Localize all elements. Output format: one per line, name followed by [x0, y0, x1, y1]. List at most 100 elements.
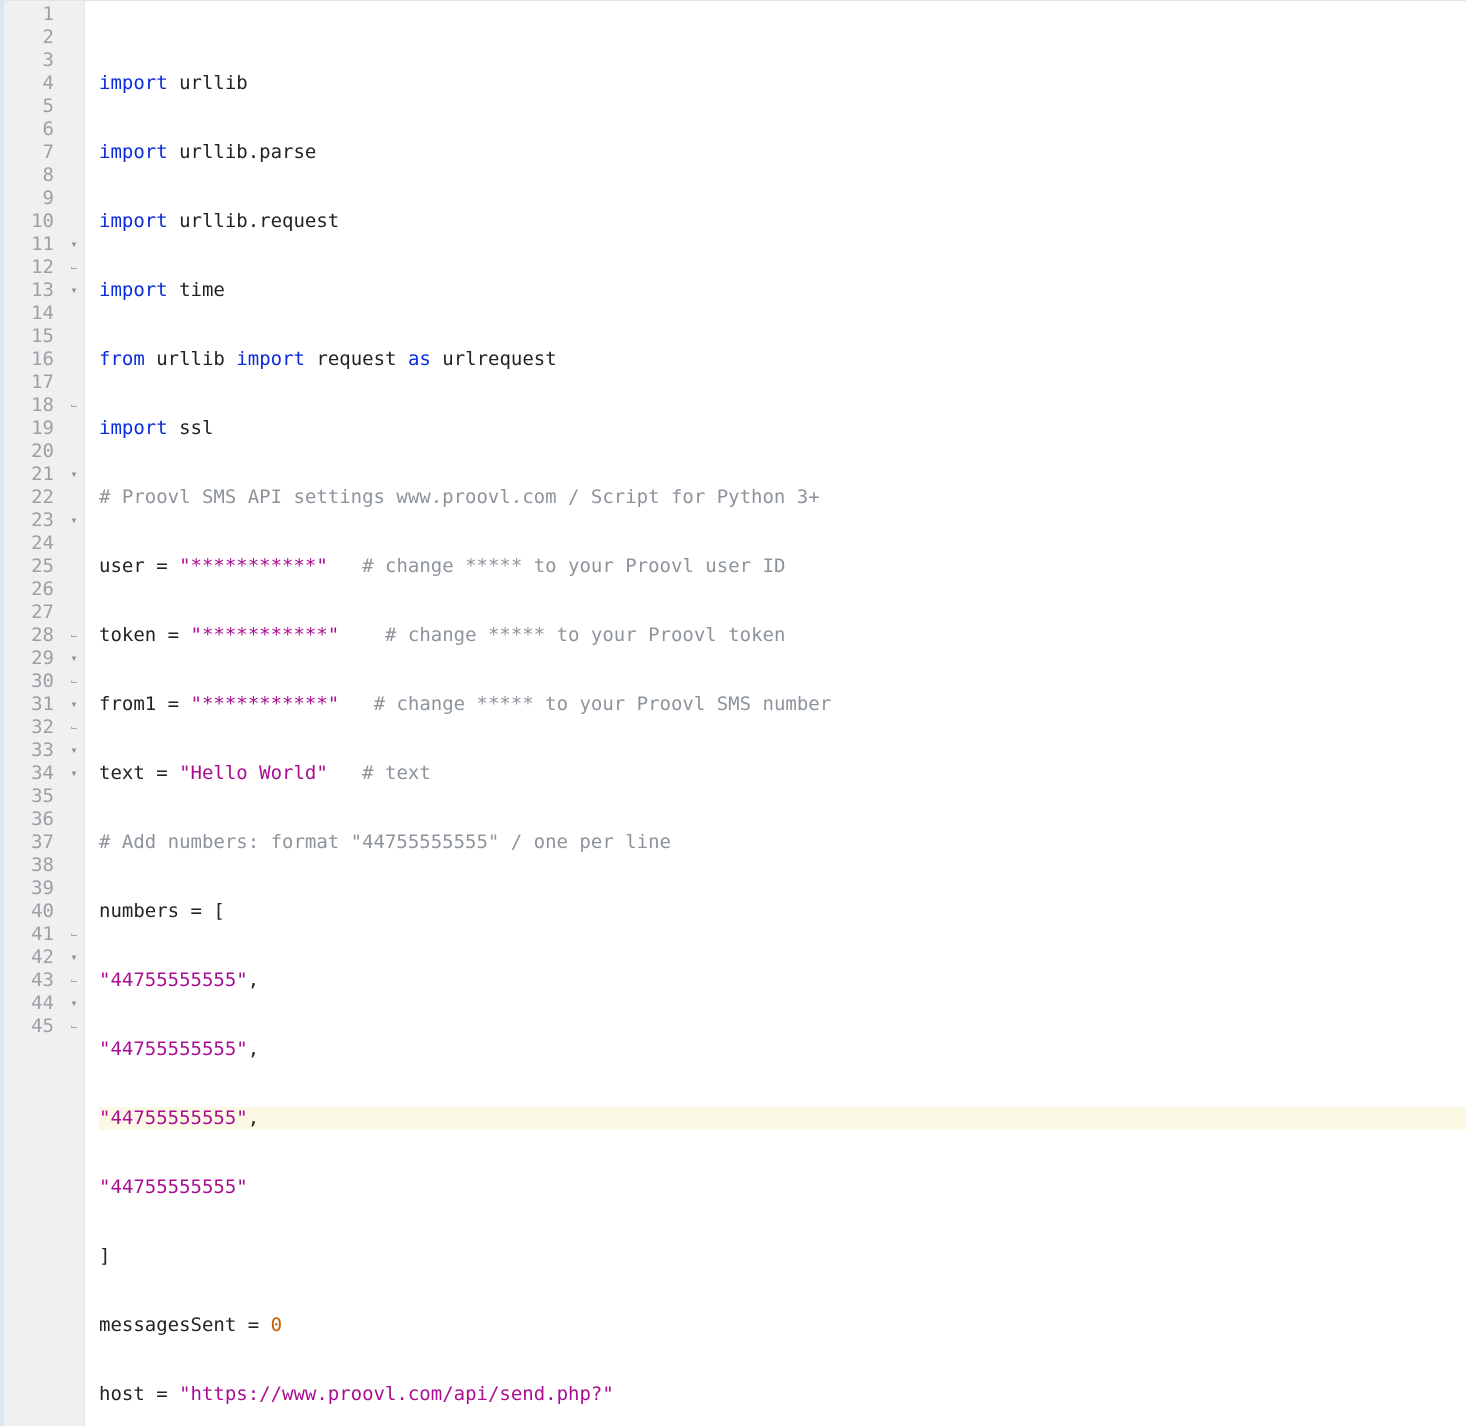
fold-marker[interactable]	[64, 325, 84, 348]
code-line[interactable]: from urllib import request as urlrequest	[99, 348, 1466, 371]
fold-marker[interactable]: ▾	[64, 509, 84, 532]
fold-marker[interactable]	[64, 877, 84, 900]
code-line[interactable]: import ssl	[99, 417, 1466, 440]
fold-marker[interactable]	[64, 348, 84, 371]
line-number[interactable]: 6	[4, 118, 64, 141]
line-number[interactable]: 13	[4, 279, 64, 302]
fold-marker[interactable]: ⌙	[64, 624, 84, 647]
line-number[interactable]: 2	[4, 26, 64, 49]
fold-marker[interactable]	[64, 164, 84, 187]
line-number[interactable]: 5	[4, 95, 64, 118]
line-number[interactable]: 24	[4, 532, 64, 555]
line-number[interactable]: 29	[4, 647, 64, 670]
code-line[interactable]: text = "Hello World" # text	[99, 762, 1466, 785]
code-line[interactable]: import time	[99, 279, 1466, 302]
line-number[interactable]: 14	[4, 302, 64, 325]
line-number[interactable]: 11	[4, 233, 64, 256]
fold-marker[interactable]: ⌙	[64, 716, 84, 739]
line-number[interactable]: 42	[4, 946, 64, 969]
code-area[interactable]: import urllib import urllib.parse import…	[85, 1, 1466, 1426]
line-number[interactable]: 41	[4, 923, 64, 946]
code-line[interactable]: from1 = "***********" # change ***** to …	[99, 693, 1466, 716]
fold-marker[interactable]: ▾	[64, 739, 84, 762]
line-number[interactable]: 8	[4, 164, 64, 187]
line-number[interactable]: 9	[4, 187, 64, 210]
line-number[interactable]: 20	[4, 440, 64, 463]
fold-marker[interactable]: ⌙	[64, 256, 84, 279]
line-number[interactable]: 26	[4, 578, 64, 601]
fold-marker[interactable]: ▾	[64, 992, 84, 1015]
line-number[interactable]: 28	[4, 624, 64, 647]
line-number[interactable]: 10	[4, 210, 64, 233]
fold-marker[interactable]: ⌙	[64, 394, 84, 417]
fold-marker[interactable]: ▾	[64, 762, 84, 785]
fold-marker[interactable]	[64, 302, 84, 325]
fold-column[interactable]: ▾⌙▾⌙▾▾⌙▾⌙▾⌙▾▾⌙▾⌙▾⌙	[64, 1, 84, 1426]
line-number[interactable]: 32	[4, 716, 64, 739]
fold-marker[interactable]	[64, 3, 84, 26]
fold-marker[interactable]	[64, 486, 84, 509]
fold-marker[interactable]	[64, 831, 84, 854]
line-number[interactable]: 44	[4, 992, 64, 1015]
line-number[interactable]: 19	[4, 417, 64, 440]
line-number[interactable]: 31	[4, 693, 64, 716]
fold-marker[interactable]: ⌙	[64, 1015, 84, 1038]
fold-marker[interactable]: ▾	[64, 693, 84, 716]
fold-marker[interactable]	[64, 49, 84, 72]
line-number[interactable]: 33	[4, 739, 64, 762]
fold-marker[interactable]	[64, 417, 84, 440]
code-editor[interactable]: 1234567891011121314151617181920212223242…	[0, 0, 1466, 1426]
line-number[interactable]: 38	[4, 854, 64, 877]
code-line[interactable]: messagesSent = 0	[99, 1314, 1466, 1337]
fold-marker[interactable]	[64, 785, 84, 808]
line-number[interactable]: 39	[4, 877, 64, 900]
line-number[interactable]: 22	[4, 486, 64, 509]
fold-marker[interactable]	[64, 95, 84, 118]
fold-marker[interactable]: ⌙	[64, 969, 84, 992]
fold-marker[interactable]: ▾	[64, 946, 84, 969]
line-number[interactable]: 4	[4, 72, 64, 95]
line-number[interactable]: 18	[4, 394, 64, 417]
fold-marker[interactable]	[64, 578, 84, 601]
fold-marker[interactable]	[64, 72, 84, 95]
line-number[interactable]: 37	[4, 831, 64, 854]
fold-marker[interactable]	[64, 141, 84, 164]
fold-marker[interactable]: ▾	[64, 233, 84, 256]
line-number[interactable]: 36	[4, 808, 64, 831]
fold-marker[interactable]	[64, 532, 84, 555]
line-number[interactable]: 23	[4, 509, 64, 532]
fold-marker[interactable]: ⌙	[64, 923, 84, 946]
line-number[interactable]: 25	[4, 555, 64, 578]
fold-marker[interactable]	[64, 900, 84, 923]
fold-marker[interactable]: ▾	[64, 279, 84, 302]
fold-marker[interactable]	[64, 371, 84, 394]
fold-marker[interactable]	[64, 555, 84, 578]
code-line[interactable]: user = "***********" # change ***** to y…	[99, 555, 1466, 578]
code-line[interactable]: import urllib.parse	[99, 141, 1466, 164]
code-line[interactable]: import urllib	[99, 72, 1466, 95]
line-number[interactable]: 27	[4, 601, 64, 624]
line-number[interactable]: 17	[4, 371, 64, 394]
line-number[interactable]: 12	[4, 256, 64, 279]
fold-marker[interactable]: ⌙	[64, 670, 84, 693]
code-line[interactable]: host = "https://www.proovl.com/api/send.…	[99, 1383, 1466, 1406]
code-line[interactable]: numbers = [	[99, 900, 1466, 923]
code-line[interactable]: # Proovl SMS API settings www.proovl.com…	[99, 486, 1466, 509]
line-number[interactable]: 3	[4, 49, 64, 72]
fold-marker[interactable]	[64, 26, 84, 49]
fold-marker[interactable]: ▾	[64, 463, 84, 486]
fold-marker[interactable]	[64, 808, 84, 831]
code-line[interactable]: # Add numbers: format "44755555555" / on…	[99, 831, 1466, 854]
code-line[interactable]: import urllib.request	[99, 210, 1466, 233]
line-number[interactable]: 21	[4, 463, 64, 486]
fold-marker[interactable]	[64, 210, 84, 233]
line-number[interactable]: 15	[4, 325, 64, 348]
line-number[interactable]: 34	[4, 762, 64, 785]
code-line[interactable]: token = "***********" # change ***** to …	[99, 624, 1466, 647]
line-number[interactable]: 45	[4, 1015, 64, 1038]
code-line[interactable]: "44755555555",	[99, 1038, 1466, 1061]
fold-marker[interactable]	[64, 601, 84, 624]
fold-marker[interactable]	[64, 118, 84, 141]
line-number[interactable]: 35	[4, 785, 64, 808]
line-number[interactable]: 1	[4, 3, 64, 26]
